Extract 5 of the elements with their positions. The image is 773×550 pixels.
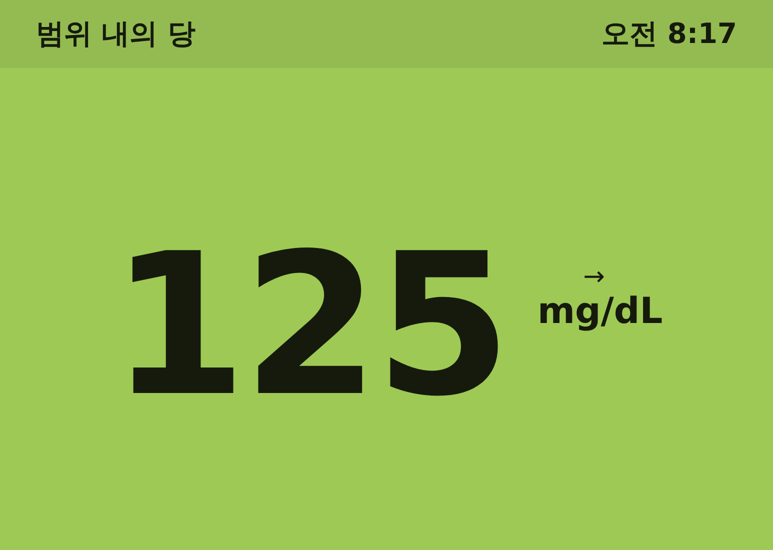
glucose-value: 125 [110, 228, 508, 424]
status-title: 범위 내의 당 [36, 16, 196, 52]
clock-time: 오전 8:17 [602, 16, 737, 52]
trend-arrow: → [583, 264, 605, 290]
unit-label: mg/dL [538, 292, 663, 332]
